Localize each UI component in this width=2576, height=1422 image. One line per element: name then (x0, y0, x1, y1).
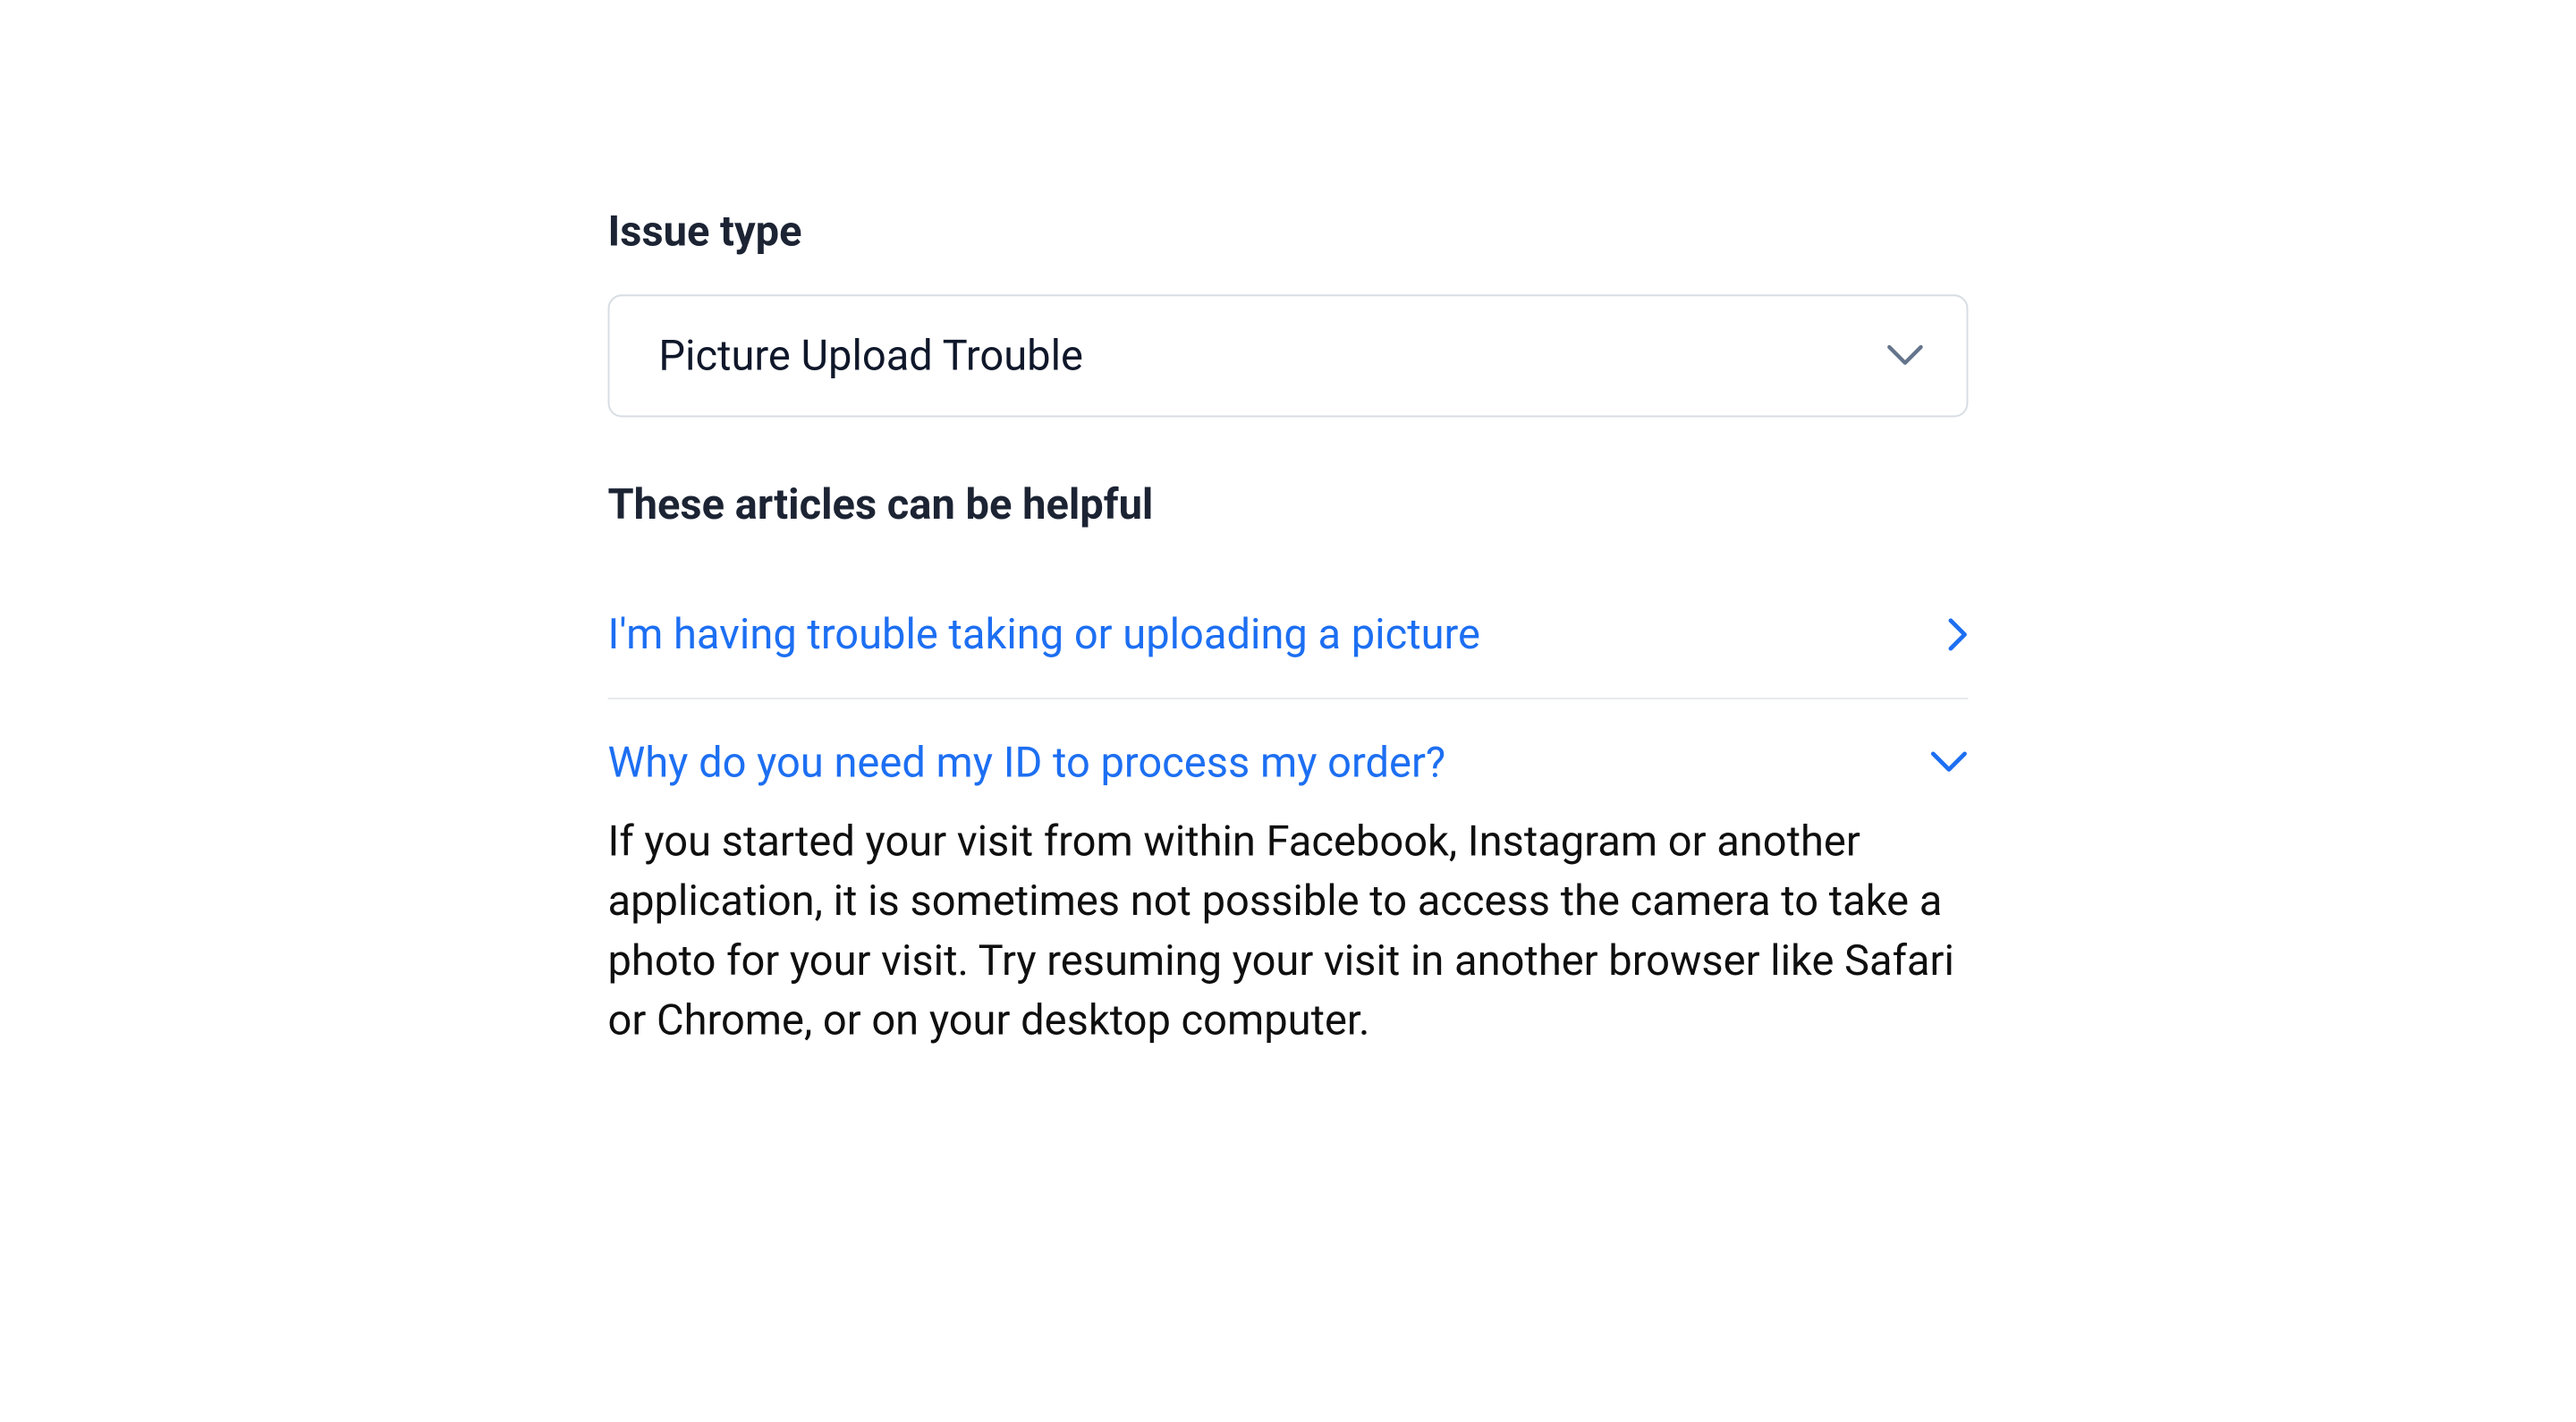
issue-type-label: Issue type (608, 207, 1969, 256)
article-list: I'm having trouble taking or uploading a… (608, 571, 1969, 1068)
support-form-container: Issue type Picture Upload Trouble These … (608, 0, 1969, 1068)
article-item-expanded: Why do you need my ID to process my orde… (608, 699, 1969, 1068)
chevron-down-icon (1885, 343, 1924, 368)
issue-type-select[interactable]: Picture Upload Trouble (608, 294, 1969, 417)
articles-heading: These articles can be helpful (608, 480, 1969, 529)
article-title: I'm having trouble taking or uploading a… (608, 610, 1480, 659)
issue-type-selected-value: Picture Upload Trouble (658, 331, 1083, 380)
article-body: If you started your visit from within Fa… (608, 811, 1969, 1068)
article-item-header[interactable]: Why do you need my ID to process my orde… (608, 699, 1969, 811)
chevron-down-icon (1929, 750, 1968, 774)
chevron-right-icon (1947, 617, 1969, 652)
article-item[interactable]: I'm having trouble taking or uploading a… (608, 571, 1969, 699)
article-title: Why do you need my ID to process my orde… (608, 738, 1446, 787)
